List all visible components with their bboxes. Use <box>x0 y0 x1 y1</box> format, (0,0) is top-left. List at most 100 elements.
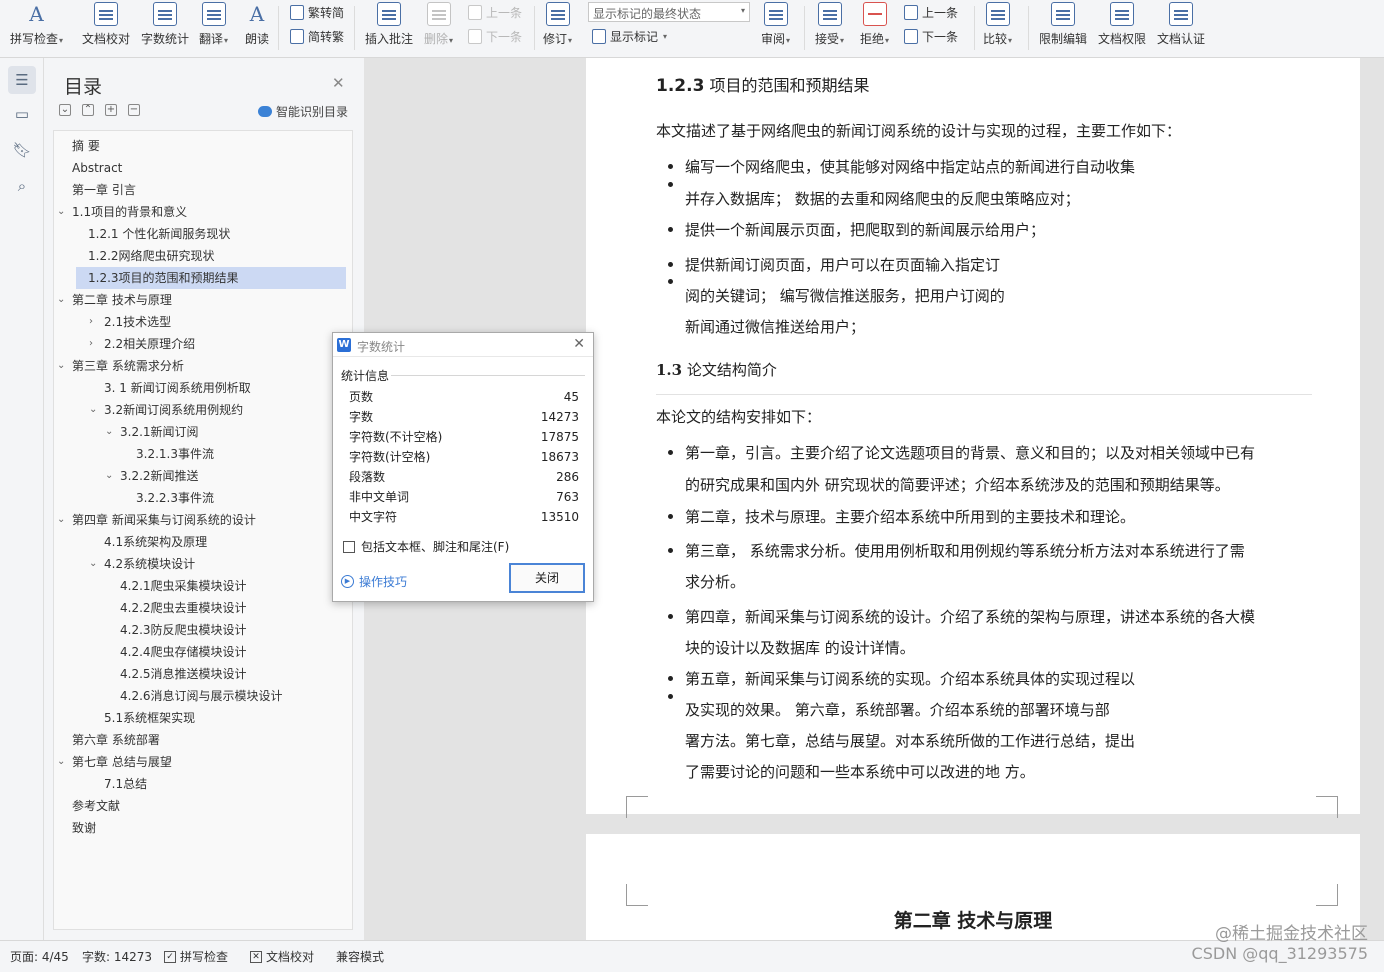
toc-item[interactable]: ⌄ 3.2新闻订阅系统用例规约 <box>54 399 352 421</box>
restrict-edit-button[interactable]: 限制编辑 <box>1039 2 1087 47</box>
markup-state-select[interactable]: 显示标记的最终状态 ▾ <box>588 2 750 22</box>
prev-comment-icon <box>468 5 482 20</box>
doc-rights-button[interactable]: 文档权限 <box>1098 2 1146 47</box>
insert-comment-button[interactable]: 插入批注 <box>365 2 413 47</box>
add-heading-icon[interactable]: + <box>105 104 117 116</box>
sections-panel-icon[interactable]: ▭ <box>8 100 36 128</box>
smart-toc-button[interactable]: 智能识别目录 <box>258 103 348 120</box>
remove-heading-icon[interactable]: − <box>128 104 140 116</box>
toc-item[interactable]: 4.1系统架构及原理 <box>54 531 352 553</box>
toc-item[interactable]: 3.2.2.3事件流 <box>54 487 352 509</box>
prev-change-button[interactable]: 上一条 <box>904 4 958 21</box>
chevron-down-icon[interactable]: ⌄ <box>105 465 113 487</box>
toc-item[interactable]: 摘 要 <box>54 135 352 157</box>
toc-item-label: 4.1系统架构及原理 <box>104 535 208 549</box>
next-comment-button[interactable]: 下一条 <box>468 28 522 45</box>
doc-proof-button[interactable]: 文档校对 <box>82 2 130 47</box>
compare-button[interactable]: 比较▾ <box>983 2 1012 47</box>
chevron-down-icon[interactable]: ⌄ <box>89 399 97 421</box>
chevron-down-icon[interactable]: ⌄ <box>57 201 65 223</box>
toc-item[interactable]: 7.1总结 <box>54 773 352 795</box>
show-markup-button[interactable]: 显示标记 ▾ <box>592 28 667 45</box>
close-icon[interactable]: ✕ <box>332 74 345 92</box>
prev-comment-button[interactable]: 上一条 <box>468 4 522 21</box>
toc-item[interactable]: 致谢 <box>54 817 352 839</box>
doc-proof-toggle[interactable]: ✕ 文档校对 <box>250 948 314 965</box>
toc-item[interactable]: 4.2.6消息订阅与展示模块设计 <box>54 685 352 707</box>
revise-button[interactable]: 修订▾ <box>543 2 572 47</box>
toc-item[interactable]: Abstract <box>54 157 352 179</box>
toc-item[interactable]: 1.2.2网络爬虫研究现状 <box>54 245 352 267</box>
toc-item[interactable]: ⌄ 4.2系统模块设计 <box>54 553 352 575</box>
toc-item[interactable]: ⌄ 3.2.2新闻推送 <box>54 465 352 487</box>
chevron-right-icon[interactable]: › <box>89 333 93 355</box>
collapse-all-icon[interactable]: ⌃ <box>82 104 94 116</box>
toc-item[interactable]: › 2.2相关原理介绍 <box>54 333 352 355</box>
toc-item[interactable]: 3. 1 新闻订阅系统用例析取 <box>54 377 352 399</box>
close-button[interactable]: 关闭 <box>509 563 585 593</box>
toc-item-label: 第一章 引言 <box>72 183 136 197</box>
doc-cert-button[interactable]: 文档认证 <box>1157 2 1205 47</box>
chevron-down-icon[interactable]: ⌄ <box>89 553 97 575</box>
word-count-button[interactable]: 字数统计 <box>141 2 189 47</box>
toc-item[interactable]: 4.2.5消息推送模块设计 <box>54 663 352 685</box>
toc-item[interactable]: ⌄ 1.1项目的背景和意义 <box>54 201 352 223</box>
toc-item[interactable]: 4.2.3防反爬虫模块设计 <box>54 619 352 641</box>
reject-button[interactable]: 拒绝▾ <box>860 2 889 47</box>
toc-item[interactable]: ⌄ 3.2.1新闻订阅 <box>54 421 352 443</box>
spell-check-button[interactable]: A 拼写检查▾ <box>10 2 63 47</box>
chevron-down-icon[interactable]: ⌄ <box>57 355 65 377</box>
toc-item[interactable]: 参考文献 <box>54 795 352 817</box>
heading-1-2-3: 1.2.3 项目的范围和预期结果 <box>656 76 870 96</box>
accept-button[interactable]: 接受▾ <box>815 2 844 47</box>
toc-item[interactable]: › 2.1技术选型 <box>54 311 352 333</box>
simp-to-trad-button[interactable]: 简转繁 <box>290 28 344 45</box>
toc-item[interactable]: 5.1系统框架实现 <box>54 707 352 729</box>
next-change-button[interactable]: 下一条 <box>904 28 958 45</box>
expand-all-icon[interactable]: ⌄ <box>59 104 71 116</box>
close-icon[interactable]: ✕ <box>573 336 585 352</box>
toc-item[interactable]: ⌄ 第三章 系统需求分析 <box>54 355 352 377</box>
read-aloud-button[interactable]: A 朗读 <box>245 2 269 47</box>
chevron-down-icon[interactable]: ⌄ <box>57 751 65 773</box>
checkbox-box[interactable] <box>343 540 355 553</box>
toc-item[interactable]: 1.2.3项目的范围和预期结果 <box>76 267 346 289</box>
translate-button[interactable]: 翻译▾ <box>199 2 228 47</box>
search-icon[interactable]: ⌕ <box>8 172 36 200</box>
spell-check-toggle[interactable]: ✓ 拼写检查 <box>164 948 228 965</box>
toc-item[interactable]: ⌄ 第七章 总结与展望 <box>54 751 352 773</box>
toc-item[interactable]: 4.2.4爬虫存储模块设计 <box>54 641 352 663</box>
toc-panel-icon[interactable]: ☰ <box>8 66 36 94</box>
toc-item-label: 4.2.6消息订阅与展示模块设计 <box>120 689 283 703</box>
word-count-indicator[interactable]: 字数: 14273 <box>82 948 152 965</box>
review-button[interactable]: 审阅▾ <box>761 2 790 47</box>
toc-item[interactable]: 4.2.2爬虫去重模块设计 <box>54 597 352 619</box>
toc-item[interactable]: 第一章 引言 <box>54 179 352 201</box>
chevron-right-icon[interactable]: › <box>89 311 93 333</box>
trad-to-simp-button[interactable]: 繁转简 <box>290 4 344 21</box>
nav-rail: ☰ ▭ 🔖︎ ⌕ <box>0 58 44 940</box>
bullet <box>668 227 673 232</box>
toc-item-label: 2.1技术选型 <box>104 315 172 329</box>
bookmark-icon[interactable]: 🔖︎ <box>8 136 36 164</box>
toc-tools: ⌄ ⌃ + − <box>59 104 140 116</box>
toc-item[interactable]: 1.2.1 个性化新闻服务现状 <box>54 223 352 245</box>
dialog-titlebar[interactable]: W 字数统计 ✕ <box>333 333 593 357</box>
chevron-down-icon[interactable]: ⌄ <box>105 421 113 443</box>
toc-item[interactable]: 3.2.1.3事件流 <box>54 443 352 465</box>
tips-link[interactable]: ▶ 操作技巧 <box>341 573 407 590</box>
toc-item[interactable]: ⌄ 第四章 新闻采集与订阅系统的设计 <box>54 509 352 531</box>
chevron-down-icon[interactable]: ⌄ <box>57 509 65 531</box>
chevron-down-icon[interactable]: ⌄ <box>57 289 65 311</box>
document-page[interactable]: 1.2.3 项目的范围和预期结果 本文描述了基于网络爬虫的新闻订阅系统的设计与实… <box>586 58 1360 818</box>
doc-cert-icon <box>1169 2 1193 26</box>
toc-item[interactable]: ⌄ 第二章 技术与原理 <box>54 289 352 311</box>
ribbon-separator <box>534 6 535 50</box>
include-textbox-checkbox[interactable]: 包括文本框、脚注和尾注(F) <box>343 538 509 555</box>
toc-item[interactable]: 4.2.1爬虫采集模块设计 <box>54 575 352 597</box>
delete-comment-button[interactable]: 删除▾ <box>424 2 453 47</box>
simp-trad-icon <box>290 29 304 44</box>
page-indicator[interactable]: 页面: 4/45 <box>10 948 69 965</box>
list-item: 块的设计以及数据库 的设计详情。 <box>685 639 915 657</box>
toc-item[interactable]: 第六章 系统部署 <box>54 729 352 751</box>
